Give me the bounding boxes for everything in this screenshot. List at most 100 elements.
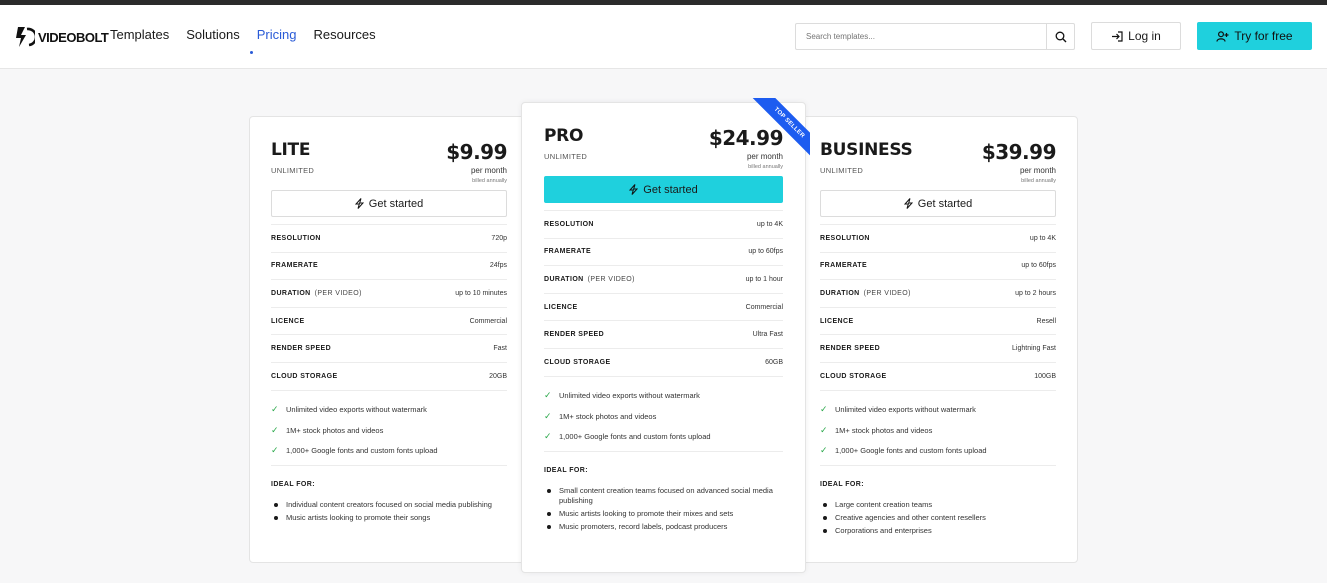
feature-list: ✓ Unlimited video exports without waterma… (544, 375, 783, 452)
nav-pricing[interactable]: Pricing (249, 27, 296, 54)
feature-list: ✓ Unlimited video exports without waterma… (820, 389, 1056, 466)
bolt-icon (629, 184, 639, 195)
spec-key-sub: (PER VIDEO) (863, 289, 911, 297)
spec-row: RESOLUTION up to 4K (820, 224, 1056, 252)
price-period: per month (1019, 166, 1056, 175)
plan-card-lite: LITE UNLIMITED $9.99 per month billed annual… (249, 116, 529, 563)
feature-item: ✓ 1M+ stock photos and videos (820, 420, 1056, 441)
brand-name: VIDEOBOLT (38, 29, 109, 45)
login-button[interactable]: Log in (1091, 22, 1181, 50)
spec-value: Ultra Fast (752, 331, 783, 339)
feature-text: 1,000+ Google fonts and custom fonts upl… (559, 432, 711, 442)
ideal-for-item: Music artists looking to promote their m… (544, 509, 783, 519)
bolt-icon (903, 198, 913, 209)
plan-header: LITE UNLIMITED $9.99 per month billed annual… (271, 140, 507, 190)
spec-row: DURATION (PER VIDEO) up to 1 hour (544, 265, 783, 293)
spec-key: RESOLUTION (820, 234, 870, 242)
nav-templates[interactable]: Templates (110, 27, 169, 42)
spec-value: Lightning Fast (1012, 345, 1056, 353)
spec-value: up to 60fps (748, 248, 783, 256)
check-icon: ✓ (820, 424, 828, 435)
plan-subtitle: UNLIMITED (271, 166, 315, 175)
spec-key: DURATION (544, 275, 584, 283)
spec-row: RESOLUTION up to 4K (544, 210, 783, 238)
plan-name: PRO (544, 126, 584, 146)
spec-value: up to 60fps (1021, 262, 1056, 270)
spec-row: CLOUD STORAGE 60GB (544, 347, 783, 376)
bolt-icon (354, 198, 364, 209)
spec-value: 20GB (489, 372, 507, 380)
ideal-for-item: Large content creation teams (820, 500, 1056, 510)
spec-value: Fast (493, 345, 507, 353)
login-icon (1112, 30, 1123, 42)
spec-value: 720p (491, 234, 507, 242)
spec-value: Commercial (469, 317, 507, 325)
spec-key: RENDER SPEED (544, 331, 605, 339)
spec-key: RESOLUTION (271, 234, 321, 242)
spec-row: LICENCE Commercial (271, 306, 507, 335)
search-button[interactable] (1046, 24, 1074, 49)
spec-value: up to 2 hours (1015, 289, 1056, 297)
feature-list: ✓ Unlimited video exports without waterma… (271, 389, 507, 466)
search-input[interactable] (796, 24, 1046, 49)
plan-subtitle: UNLIMITED (820, 166, 864, 175)
ideal-for-item: Corporations and enterprises (820, 526, 1056, 536)
get-started-label: Get started (917, 197, 973, 210)
feature-item: ✓ Unlimited video exports without waterma… (820, 400, 1056, 421)
login-label: Log in (1128, 29, 1161, 43)
get-started-button[interactable]: Get started (271, 190, 507, 217)
spec-row: RESOLUTION 720p (271, 224, 507, 252)
ideal-for-item: Creative agencies and other content rese… (820, 513, 1056, 523)
plan-price: $39.99 (981, 140, 1057, 164)
plan-name: LITE (271, 140, 311, 160)
price-period: per month (746, 152, 783, 161)
get-started-label: Get started (368, 197, 424, 210)
spec-row: RENDER SPEED Fast (271, 334, 507, 362)
feature-text: 1,000+ Google fonts and custom fonts upl… (286, 446, 438, 456)
check-icon: ✓ (820, 404, 828, 415)
spec-key: CLOUD STORAGE (544, 358, 611, 366)
spec-row: RENDER SPEED Ultra Fast (544, 320, 783, 348)
feature-text: 1M+ stock photos and videos (286, 425, 384, 435)
check-icon: ✓ (271, 404, 279, 415)
billing-note: billed annually (1021, 178, 1056, 184)
feature-item: ✓ Unlimited video exports without waterma… (271, 400, 507, 421)
nav-resources[interactable]: Resources (313, 27, 375, 42)
spec-key: LICENCE (544, 303, 578, 311)
try-for-free-button[interactable]: Try for free (1197, 22, 1312, 50)
feature-item: ✓ 1,000+ Google fonts and custom fonts up… (544, 427, 783, 448)
try-label: Try for free (1234, 29, 1293, 43)
feature-item: ✓ Unlimited video exports without waterma… (544, 386, 783, 407)
get-started-button[interactable]: Get started (544, 176, 783, 203)
check-icon: ✓ (544, 410, 552, 421)
spec-key: FRAMERATE (820, 262, 868, 270)
spec-row: FRAMERATE 24fps (271, 251, 507, 280)
get-started-button[interactable]: Get started (820, 190, 1056, 217)
ideal-for-heading: IDEAL FOR: (820, 481, 864, 489)
add-user-icon (1216, 30, 1229, 42)
spec-key: LICENCE (271, 317, 305, 325)
spec-value: Commercial (745, 303, 783, 311)
search-box (795, 23, 1075, 50)
ideal-for-section: IDEAL FOR: Small content creation teams f… (544, 451, 783, 532)
feature-text: Unlimited video exports without watermar… (559, 391, 700, 401)
plan-name: BUSINESS (820, 140, 913, 160)
check-icon: ✓ (271, 445, 279, 456)
ideal-for-section: IDEAL FOR: Large content creation teams Cr… (820, 465, 1056, 536)
ideal-for-item: Music promoters, record labels, podcast … (544, 522, 783, 532)
spec-value: 60GB (765, 358, 783, 366)
check-icon: ✓ (544, 390, 552, 401)
price-period: per month (470, 166, 507, 175)
spec-row: CLOUD STORAGE 100GB (820, 361, 1056, 390)
spec-row: DURATION (PER VIDEO) up to 10 minutes (271, 279, 507, 307)
spec-value: 24fps (489, 262, 507, 270)
spec-key: FRAMERATE (271, 262, 319, 270)
nav-solutions[interactable]: Solutions (186, 27, 239, 42)
spec-key: RENDER SPEED (820, 345, 881, 353)
plan-card-pro: TOP SELLER PRO UNLIMITED $24.99 per month bi… (521, 98, 810, 573)
videobolt-logo[interactable]: VIDEOBOLT (15, 26, 109, 48)
billing-note: billed annually (472, 178, 507, 184)
spec-value: Resell (1036, 317, 1056, 325)
plan-header: BUSINESS UNLIMITED $39.99 per month billed a… (820, 140, 1057, 190)
main-nav: Templates Solutions Pricing Resources (110, 27, 376, 54)
